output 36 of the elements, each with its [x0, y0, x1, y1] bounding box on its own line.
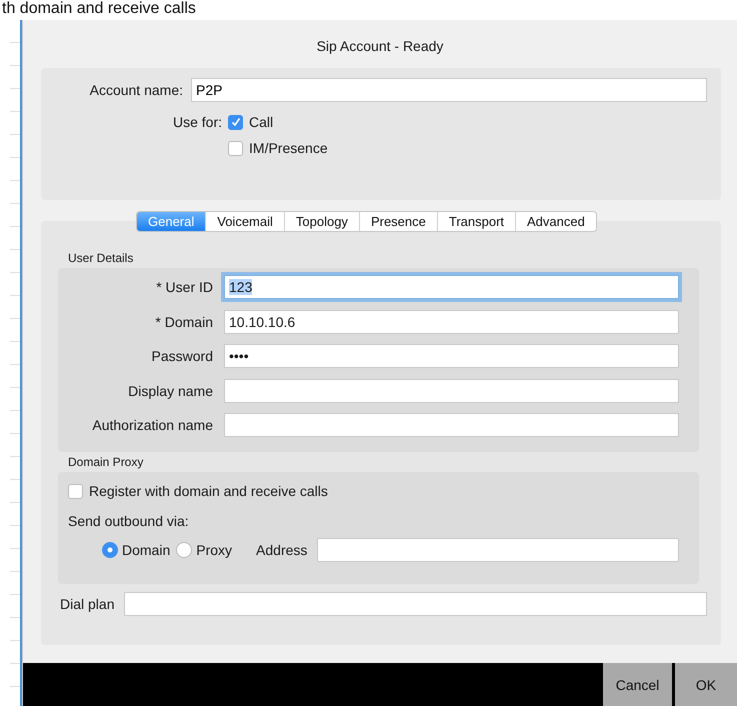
field-label: Account name:: [88, 82, 184, 98]
dialog-button[interactable]: OK: [675, 663, 737, 706]
radio-button[interactable]: [102, 542, 118, 558]
check-icon: [230, 116, 242, 128]
radio-button[interactable]: [176, 542, 192, 558]
account-name-field[interactable]: P2P: [191, 78, 707, 102]
input-field[interactable]: ••••: [224, 344, 679, 368]
background-text: th domain and receive calls: [2, 0, 196, 18]
checkbox[interactable]: [228, 140, 244, 156]
input-field[interactable]: 123: [224, 275, 679, 299]
checkbox-label: Call: [249, 113, 274, 132]
radio-label: Domain: [122, 541, 170, 560]
field-label: Address: [256, 542, 308, 558]
dialog-button[interactable]: Cancel: [603, 663, 675, 706]
field-label: Password: [150, 348, 214, 364]
section-heading: Domain Proxy: [67, 454, 144, 471]
field-label: * Domain: [154, 314, 214, 330]
field-label: Display name: [127, 382, 214, 398]
input-field[interactable]: [224, 378, 679, 402]
dial-plan-field[interactable]: [124, 592, 707, 616]
field-label: Authorization name: [91, 417, 214, 433]
address-field[interactable]: [317, 538, 679, 562]
input-field[interactable]: [224, 413, 679, 437]
radio-label: Proxy: [196, 541, 232, 560]
checkbox[interactable]: [228, 114, 244, 130]
section-heading: User Details: [67, 250, 134, 267]
field-label: Use for:: [173, 113, 224, 132]
checkbox[interactable]: [68, 484, 83, 498]
tab[interactable]: Advanced: [515, 212, 596, 231]
window-title: Sip Account - Ready: [316, 37, 444, 56]
field-label: Send outbound via:: [68, 513, 190, 529]
input-field[interactable]: 10.10.10.6: [224, 310, 679, 334]
checkbox-label: IM/Presence: [249, 139, 328, 158]
checkbox-label: Register with domain and receive calls: [89, 482, 328, 501]
field-label: Dial plan: [60, 596, 114, 612]
field-label: * User ID: [155, 279, 214, 295]
